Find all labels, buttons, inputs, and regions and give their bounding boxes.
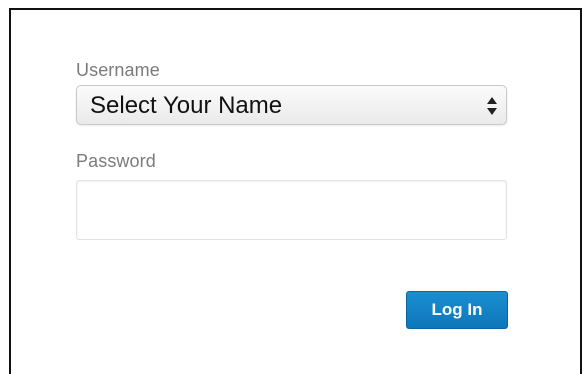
login-panel: Username Select Your Name Password Log I… xyxy=(9,8,582,374)
password-input[interactable] xyxy=(76,180,507,240)
username-select[interactable]: Select Your Name xyxy=(76,85,507,125)
log-in-button[interactable]: Log In xyxy=(406,291,508,329)
up-down-chevron-icon xyxy=(486,95,498,117)
password-label: Password xyxy=(76,151,156,171)
username-select-value: Select Your Name xyxy=(90,92,283,119)
username-label: Username xyxy=(76,60,160,80)
